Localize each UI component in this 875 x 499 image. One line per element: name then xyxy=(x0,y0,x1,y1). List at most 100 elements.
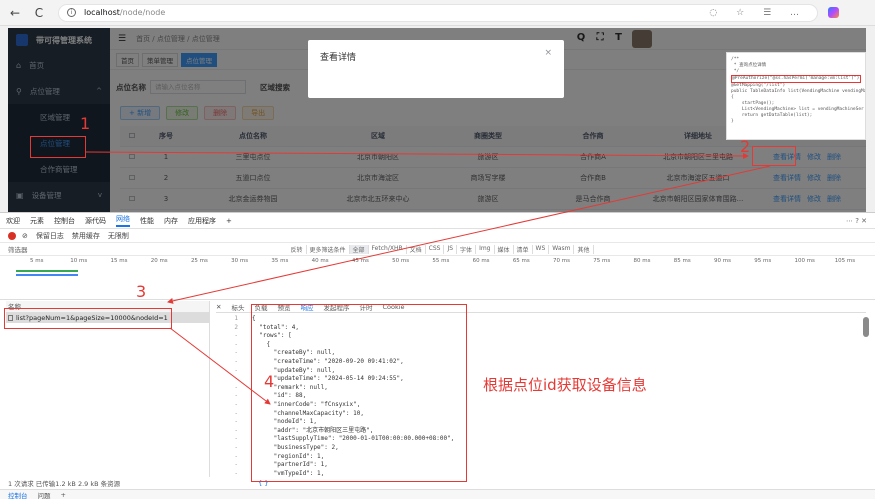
type-xhr[interactable]: Fetch/XHR xyxy=(369,244,407,254)
line-number: - xyxy=(234,340,238,348)
timeline-tick: 30 ms xyxy=(231,258,249,264)
line-number: - xyxy=(234,366,238,374)
timeline-tick: 50 ms xyxy=(392,258,410,264)
annotation-2: 2 xyxy=(740,137,751,156)
timeline-tick: 60 ms xyxy=(472,258,490,264)
code-line: } xyxy=(731,119,734,124)
record-icon[interactable] xyxy=(8,231,16,240)
type-font[interactable]: 字体 xyxy=(457,244,477,254)
add-tab-button[interactable]: + xyxy=(226,217,232,225)
network-timeline[interactable]: 5 ms 10 ms 15 ms 20 ms 25 ms 30 ms 35 ms 40 ms 4… xyxy=(0,256,875,300)
timeline-tick: 75 ms xyxy=(593,258,611,264)
devtools-menu-icon[interactable]: ⋯ ? ✕ xyxy=(846,217,867,225)
browser-extras[interactable] xyxy=(828,6,839,19)
type-js[interactable]: JS xyxy=(444,244,458,254)
timeline-tick: 65 ms xyxy=(512,258,530,264)
back-icon[interactable]: ← xyxy=(6,4,24,22)
line-number: - xyxy=(234,452,238,460)
type-css[interactable]: CSS xyxy=(426,244,445,254)
line-number: - xyxy=(234,461,238,469)
timeline-bar-download xyxy=(16,274,78,276)
annotation-4: 4 xyxy=(264,372,275,391)
line-number: - xyxy=(234,443,238,451)
clear-icon[interactable]: ⊘ xyxy=(22,232,28,240)
drawer-tab-console[interactable]: 控制台 xyxy=(8,490,28,499)
code-line: @PreAuthorize("@ss.hasPermi('manage:vm:l… xyxy=(731,75,861,83)
line-number: - xyxy=(234,418,238,426)
tab-welcome[interactable]: 欢迎 xyxy=(6,216,20,226)
code-line: public TableDataInfo list(VendingMachine… xyxy=(731,89,866,94)
timeline-tick: 20 ms xyxy=(150,258,168,264)
timeline-tick: 80 ms xyxy=(633,258,651,264)
annotation-caption: 根据点位id获取设备信息 xyxy=(483,376,647,394)
filter-input[interactable]: 筛选器 xyxy=(8,244,28,254)
detail-dialog: 查看详情 × xyxy=(308,40,564,98)
type-wasm[interactable]: Wasm xyxy=(549,244,575,254)
line-number: 1 xyxy=(234,315,238,322)
url-path: /node/node xyxy=(119,8,166,17)
tab-network[interactable]: 网络 xyxy=(116,214,130,227)
network-filter-bar: 筛选器 反转 更多筛选条件 全部 Fetch/XHR 文档 CSS JS 字体 … xyxy=(0,243,875,256)
type-media[interactable]: 媒体 xyxy=(495,244,514,254)
drawer-add-tab[interactable]: + xyxy=(61,491,66,499)
type-other[interactable]: 其他 xyxy=(574,244,594,254)
line-number: - xyxy=(234,375,238,383)
network-toolbar: ⊘ 保留日志 禁用缓存 无限制 xyxy=(0,229,875,243)
url-host: localhost xyxy=(84,8,120,17)
timeline-tick: 55 ms xyxy=(432,258,450,264)
drawer-tabs: 控制台 问题 + xyxy=(0,489,875,499)
type-all[interactable]: 全部 xyxy=(349,244,369,254)
close-icon[interactable]: × xyxy=(544,48,552,58)
timeline-bar-waiting xyxy=(16,270,78,272)
type-img[interactable]: Img xyxy=(476,244,495,254)
line-gutter: 12----------------- xyxy=(216,315,238,478)
timeline-tick: 70 ms xyxy=(553,258,571,264)
annotation-box-4 xyxy=(251,304,467,482)
timeline-tick: 25 ms xyxy=(190,258,208,264)
disable-cache-checkbox[interactable]: 禁用缓存 xyxy=(72,231,100,241)
address-bar[interactable]: i localhost /node/node ◌ ☆ ☰ … xyxy=(58,3,818,22)
timeline-tick: 95 ms xyxy=(754,258,772,264)
tab-headers[interactable]: 标头 xyxy=(231,302,244,312)
drawer-tab-issues[interactable]: 问题 xyxy=(38,490,51,499)
scrollbar-thumb[interactable] xyxy=(863,317,869,337)
line-number: - xyxy=(234,332,238,340)
preserve-log-checkbox[interactable]: 保留日志 xyxy=(36,231,64,241)
timeline-tick: 5 ms xyxy=(30,258,44,264)
reload-icon[interactable]: C xyxy=(30,4,48,22)
annotation-1: 1 xyxy=(80,114,91,133)
type-manifest[interactable]: 清单 xyxy=(514,244,533,254)
line-number: - xyxy=(234,409,238,417)
dialog-title: 查看详情 xyxy=(320,53,357,63)
annotation-box-1 xyxy=(30,136,86,158)
tab-application[interactable]: 应用程序 xyxy=(188,216,216,226)
address-actions-icon[interactable]: ◌ ☆ ☰ … xyxy=(709,8,807,18)
throttling-select[interactable]: 无限制 xyxy=(108,231,129,241)
line-number: - xyxy=(234,426,238,434)
close-detail-icon[interactable]: ✕ xyxy=(216,303,221,311)
annotation-box-2 xyxy=(752,146,796,166)
line-number: - xyxy=(234,357,238,365)
line-number: - xyxy=(234,349,238,357)
type-ws[interactable]: WS xyxy=(533,244,550,254)
timeline-tick: 10 ms xyxy=(70,258,88,264)
timeline-tick: 90 ms xyxy=(713,258,731,264)
code-snippet: /** * 查询点位详情 */@PreAuthorize("@ss.hasPer… xyxy=(726,52,866,140)
tab-console[interactable]: 控制台 xyxy=(54,216,75,226)
timeline-tick: 85 ms xyxy=(673,258,691,264)
annotation-3: 3 xyxy=(136,282,147,301)
tab-performance[interactable]: 性能 xyxy=(140,216,154,226)
tab-elements[interactable]: 元素 xyxy=(30,216,44,226)
timeline-tick: 105 ms xyxy=(834,258,856,264)
tab-sources[interactable]: 源代码 xyxy=(85,216,106,226)
more-filters-select[interactable]: 更多筛选条件 xyxy=(307,244,350,254)
timeline-tick: 100 ms xyxy=(794,258,815,264)
line-number: - xyxy=(234,392,238,400)
tab-memory[interactable]: 内存 xyxy=(164,216,178,226)
invert-checkbox[interactable]: 反转 xyxy=(288,244,307,254)
timeline-ticks: 5 ms 10 ms 15 ms 20 ms 25 ms 30 ms 35 ms 40 ms 4… xyxy=(0,256,875,266)
copilot-icon[interactable] xyxy=(828,6,839,18)
line-number: - xyxy=(234,435,238,443)
site-info-icon[interactable]: i xyxy=(67,8,76,17)
type-doc[interactable]: 文档 xyxy=(407,244,426,254)
